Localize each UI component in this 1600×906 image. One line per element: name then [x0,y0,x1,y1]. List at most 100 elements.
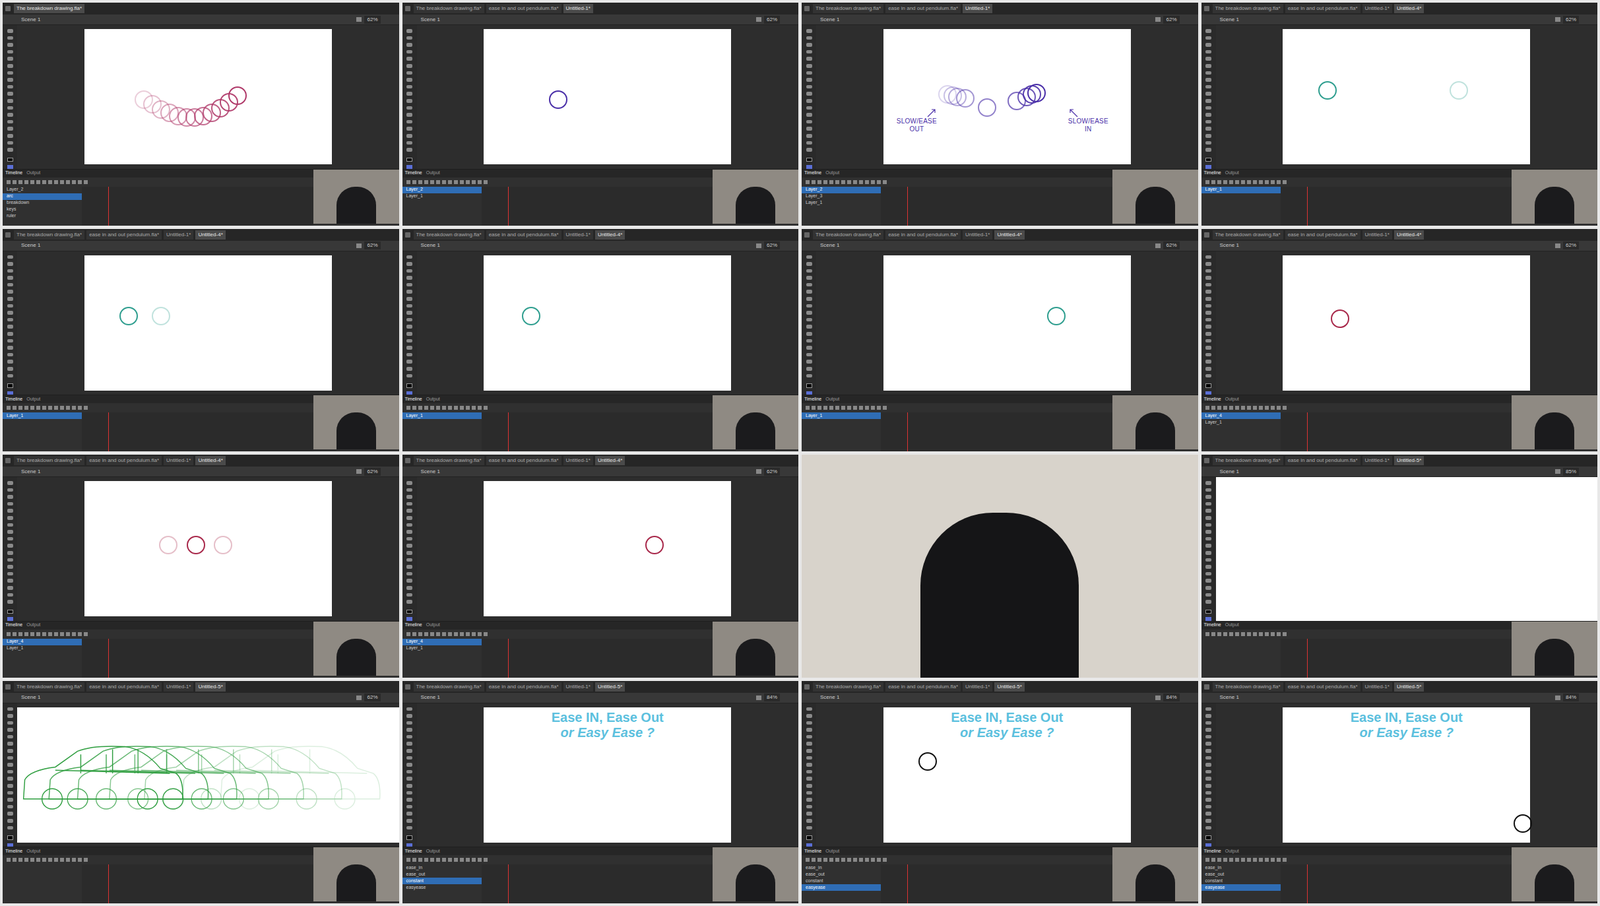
menu-icon[interactable] [1204,684,1210,690]
stage[interactable]: Ease IN, Ease Outor Easy Ease ? [883,707,1131,843]
tool-icon[interactable] [7,804,14,809]
control-icon[interactable] [876,180,881,185]
tool-icon[interactable] [406,593,413,598]
control-icon[interactable] [453,632,458,637]
panel-tab[interactable]: Output [26,169,41,177]
control-icon[interactable] [477,857,482,862]
control-icon[interactable] [6,405,11,410]
panel-tab[interactable]: Timeline [1204,621,1222,629]
playhead[interactable] [108,638,109,678]
tool-icon[interactable] [406,585,413,590]
tool-icon[interactable] [406,283,413,288]
circle-drawing[interactable] [645,535,664,555]
tool-icon[interactable] [806,748,813,753]
tool-icon[interactable] [406,269,413,274]
control-icon[interactable] [1217,632,1222,637]
tool-icon[interactable] [806,255,813,260]
tool-icon[interactable] [7,543,14,548]
document-tab[interactable]: ease in and out pendulum.fla* [86,682,162,692]
tool-icon[interactable] [406,578,413,583]
zoom-field[interactable]: 62% [764,241,780,250]
control-icon[interactable] [459,632,464,637]
tool-icon[interactable] [406,304,413,309]
control-icon[interactable] [77,405,82,410]
tool-icon[interactable] [1205,480,1212,485]
control-icon[interactable] [471,857,476,862]
tool-icon[interactable] [806,741,813,746]
document-tab[interactable]: Untitled-1* [962,682,993,692]
document-tab[interactable]: Untitled-1* [563,455,594,466]
control-icon[interactable] [465,857,470,862]
control-icon[interactable] [1217,405,1222,410]
tool-icon[interactable] [1205,769,1212,774]
layer-row[interactable]: Layer_2 [801,186,881,194]
tool-icon[interactable] [7,797,14,802]
layer-row[interactable]: Layer_1 [2,645,82,652]
tool-icon[interactable] [1205,29,1212,33]
tool-icon[interactable] [1205,85,1212,90]
control-icon[interactable] [1252,857,1257,862]
scene-label[interactable]: Scene 1 [1219,467,1240,476]
circle-drawing[interactable] [548,90,568,109]
control-icon[interactable] [453,405,458,410]
tool-icon[interactable] [1205,727,1212,732]
tool-icon[interactable] [406,776,413,781]
control-icon[interactable] [18,405,23,410]
tool-icon[interactable] [406,826,413,831]
tool-icon[interactable] [7,721,14,726]
layer-row[interactable]: Layer_4 [402,638,482,646]
control-icon[interactable] [870,180,875,185]
tool-icon[interactable] [1205,374,1212,379]
control-icon[interactable] [817,857,822,862]
control-icon[interactable] [1223,180,1228,185]
tool-icon[interactable] [7,56,14,61]
zoom-field[interactable]: 62% [764,15,780,24]
control-icon[interactable] [853,857,858,862]
layer-row[interactable]: ease_out [402,870,482,878]
tool-icon[interactable] [1205,599,1212,604]
tool-icon[interactable] [7,564,14,569]
stage[interactable] [483,255,732,391]
tool-icon[interactable] [7,42,14,47]
tool-icon[interactable] [406,345,413,350]
control-icon[interactable] [882,857,887,862]
control-icon[interactable] [1217,180,1222,185]
panel-tab[interactable]: Timeline [804,847,822,856]
document-tab[interactable]: Untitled-4* [195,455,225,466]
panel-tab[interactable]: Timeline [5,621,23,629]
control-icon[interactable] [71,857,76,862]
tool-icon[interactable] [7,126,14,131]
layer-row[interactable]: Layer_2 [2,186,82,194]
tool-icon[interactable] [806,339,813,344]
frame-grid[interactable] [1280,638,1513,678]
scene-label[interactable]: Scene 1 [21,693,41,702]
tool-icon[interactable] [806,818,813,823]
control-icon[interactable] [1270,405,1275,410]
control-icon[interactable] [864,180,869,185]
tool-icon[interactable] [406,261,413,266]
circle-drawing[interactable] [943,86,962,105]
panel-tab[interactable]: Output [26,395,41,404]
control-icon[interactable] [65,180,70,185]
scene-label[interactable]: Scene 1 [820,241,840,250]
stage-icon[interactable] [1555,469,1561,474]
control-icon[interactable] [817,180,822,185]
stroke-swatch-icon[interactable] [806,383,813,388]
tool-icon[interactable] [406,275,413,280]
tool-icon[interactable] [1205,797,1212,802]
stage-icon[interactable] [756,17,762,22]
control-icon[interactable] [36,405,41,410]
tool-icon[interactable] [406,318,413,322]
tool-icon[interactable] [7,508,14,513]
control-icon[interactable] [54,180,59,185]
tool-icon[interactable] [7,488,14,493]
tool-icon[interactable] [806,304,813,309]
tool-icon[interactable] [1205,748,1212,753]
layer-row[interactable]: Layer_2 [402,186,482,194]
control-icon[interactable] [805,180,810,185]
tool-icon[interactable] [1205,721,1212,726]
tool-icon[interactable] [1205,508,1212,513]
tool-icon[interactable] [806,791,813,796]
document-tab[interactable]: Untitled-5* [595,682,625,692]
tool-icon[interactable] [7,296,14,301]
